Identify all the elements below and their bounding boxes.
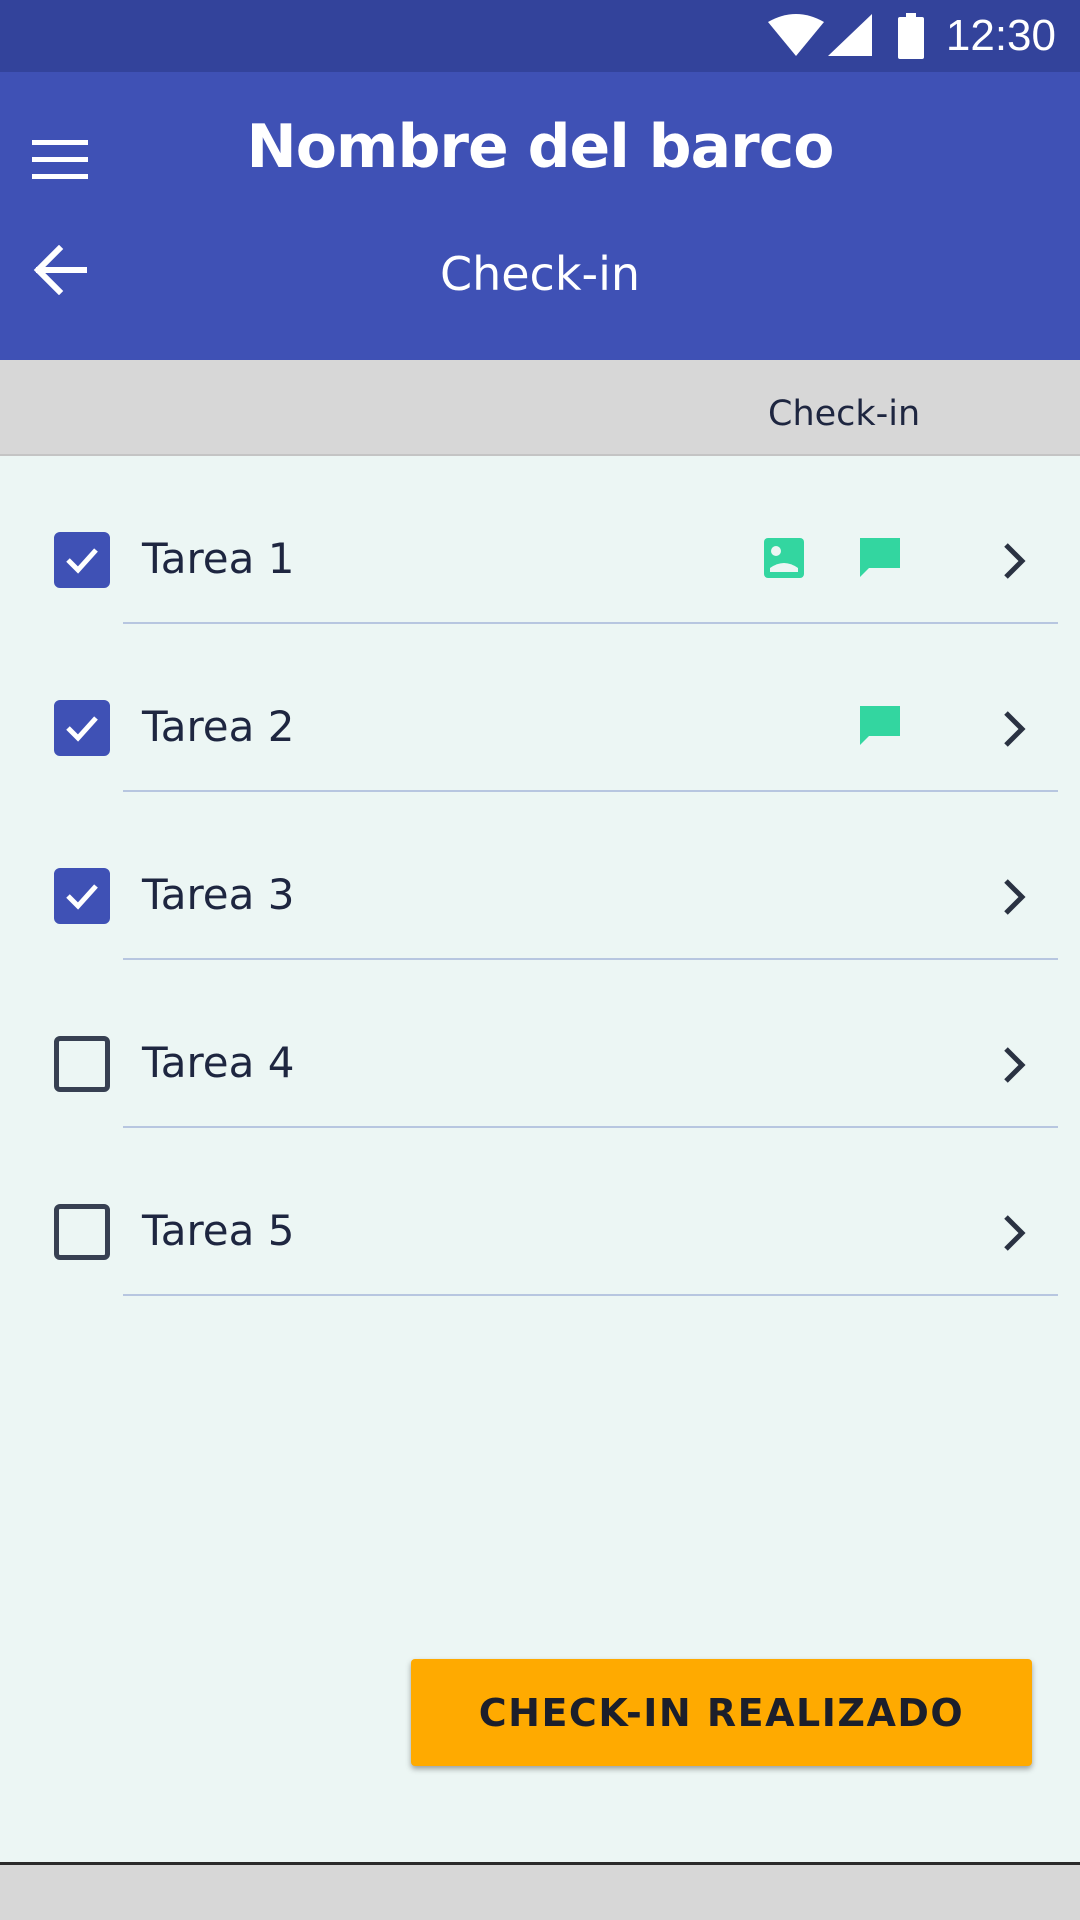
chevron-right-icon[interactable] [1002, 1045, 1026, 1090]
checkbox-unchecked[interactable] [54, 1036, 110, 1092]
status-icons: 12:30 [767, 0, 1056, 72]
task-row[interactable]: Tarea 3 [0, 792, 1080, 960]
signal-icon [827, 14, 872, 58]
app-bar: Nombre del barco Check-in [0, 72, 1080, 360]
task-label: Tarea 5 [142, 1206, 295, 1255]
comment-icon[interactable] [860, 706, 900, 751]
check-in-done-button[interactable]: CHECK-IN REALIZADO [411, 1659, 1032, 1766]
task-list: Tarea 1 Tarea 2 Tarea 3 Tarea 4 Tarea 5 [0, 456, 1080, 1296]
task-row[interactable]: Tarea 2 [0, 624, 1080, 792]
checkbox-checked[interactable] [54, 532, 110, 588]
comment-icon[interactable] [860, 538, 900, 583]
task-row[interactable]: Tarea 4 [0, 960, 1080, 1128]
status-time: 12:30 [945, 11, 1056, 60]
task-row[interactable]: Tarea 1 [0, 456, 1080, 624]
check-icon [64, 713, 100, 743]
check-icon [64, 545, 100, 575]
page-subtitle: Check-in [439, 247, 641, 301]
checkbox-checked[interactable] [54, 868, 110, 924]
task-content: Tarea 1 Tarea 2 Tarea 3 Tarea 4 Tarea 5 CHEC… [0, 456, 1080, 1865]
wifi-icon [767, 14, 824, 58]
section-header-label: Check-in [768, 394, 921, 434]
task-row[interactable]: Tarea 5 [0, 1128, 1080, 1296]
check-icon [64, 881, 100, 911]
task-label: Tarea 2 [142, 702, 295, 751]
checkbox-checked[interactable] [54, 700, 110, 756]
status-bar: 12:30 [0, 0, 1080, 72]
checkbox-unchecked[interactable] [54, 1204, 110, 1260]
chevron-right-icon[interactable] [1002, 877, 1026, 922]
bottom-strip [0, 1865, 1080, 1920]
battery-icon [897, 13, 924, 59]
task-label: Tarea 3 [142, 870, 295, 919]
chevron-right-icon[interactable] [1002, 1213, 1026, 1258]
task-label: Tarea 4 [142, 1038, 295, 1087]
chevron-right-icon[interactable] [1002, 709, 1026, 754]
task-label: Tarea 1 [142, 534, 295, 583]
check-in-screen: 12:30 Nombre del barco Check-in Check-in… [0, 0, 1080, 1920]
image-icon[interactable] [764, 538, 804, 583]
page-title: Nombre del barco [246, 112, 835, 182]
section-header: Check-in [0, 360, 1080, 456]
chevron-right-icon[interactable] [1002, 541, 1026, 586]
